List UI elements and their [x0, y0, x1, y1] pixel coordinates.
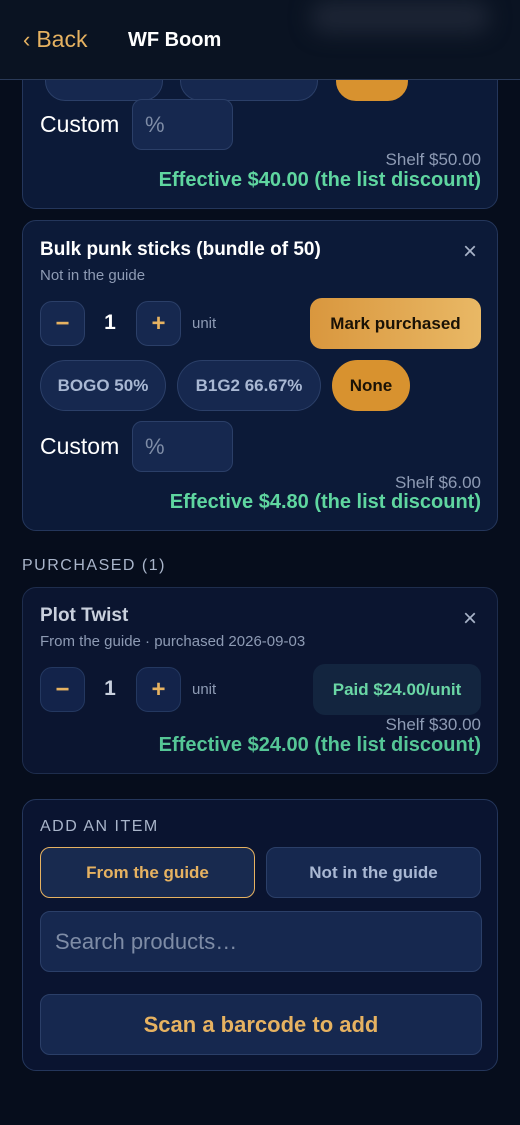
unit-label: unit — [192, 681, 217, 698]
shelf-price: Shelf $6.00 — [394, 473, 481, 492]
effective-price: Effective $24.00 (the list discount) — [158, 734, 481, 756]
search-input[interactable]: Search products… — [40, 911, 482, 972]
custom-discount-input[interactable]: % — [132, 99, 233, 150]
item-card-bulk-punk-sticks: Bulk punk sticks (bundle of 50) × Not in… — [22, 220, 498, 531]
minus-icon: − — [55, 309, 70, 337]
effective-price: Effective $40.00 (the list discount) — [158, 169, 481, 191]
tab-not-in-guide[interactable]: Not in the guide — [266, 847, 481, 898]
custom-discount-label: Custom — [40, 111, 120, 137]
blurred-region — [310, 0, 490, 34]
item-source: Not in the guide — [40, 267, 146, 284]
discount-pill-bogo[interactable]: BOGO 50% — [40, 360, 166, 411]
tab-from-guide[interactable]: From the guide — [40, 847, 255, 898]
back-button[interactable]: ‹ Back — [23, 26, 87, 53]
mark-purchased-button[interactable]: Mark purchased — [310, 298, 481, 349]
add-item-card: ADD AN ITEM From the guide Not in the gu… — [22, 799, 498, 1071]
item-name: Plot Twist — [40, 605, 129, 626]
item-card-plot-twist: Plot Twist × From the guide · purchased … — [22, 587, 498, 774]
increment-button[interactable]: + — [136, 301, 181, 346]
item-name: Bulk punk sticks (bundle of 50) — [40, 239, 321, 260]
quantity-value: 1 — [104, 311, 116, 334]
unit-label: unit — [192, 315, 217, 332]
plus-icon: + — [151, 675, 166, 703]
page-title: WF Boom — [128, 29, 222, 51]
chevron-left-icon: ‹ — [23, 26, 31, 52]
effective-price: Effective $4.80 (the list discount) — [169, 491, 481, 513]
shelf-price: Shelf $50.00 — [385, 150, 481, 169]
close-icon[interactable]: × — [463, 607, 477, 631]
decrement-button[interactable]: − — [40, 667, 85, 712]
paid-status-badge: Paid $24.00/unit — [313, 664, 481, 715]
back-label: Back — [36, 26, 88, 52]
decrement-button[interactable]: − — [40, 301, 85, 346]
close-icon[interactable]: × — [463, 240, 477, 264]
increment-button[interactable]: + — [136, 667, 181, 712]
custom-discount-label: Custom — [40, 433, 120, 459]
scan-barcode-button[interactable]: Scan a barcode to add — [40, 994, 482, 1055]
purchased-section-label: PURCHASED (1) — [22, 557, 166, 574]
quantity-value: 1 — [104, 677, 116, 700]
item-source: From the guide · purchased 2026-09-03 — [40, 633, 306, 650]
custom-discount-input[interactable]: % — [132, 421, 233, 472]
top-bar: ‹ Back WF Boom — [0, 0, 520, 80]
add-item-label: ADD AN ITEM — [40, 818, 159, 835]
shelf-price: Shelf $30.00 — [385, 715, 481, 734]
minus-icon: − — [55, 675, 70, 703]
plus-icon: + — [151, 309, 166, 337]
discount-pill-none[interactable]: None — [332, 360, 410, 411]
discount-pill-b1g2[interactable]: B1G2 66.67% — [177, 360, 321, 411]
